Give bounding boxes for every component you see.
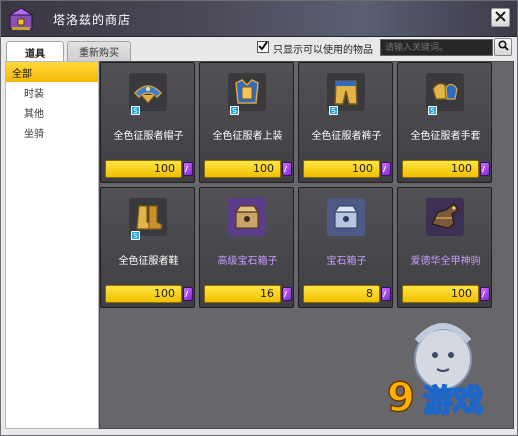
search-input[interactable] [380,39,493,56]
item-card[interactable]: 宝石箱子 8 [298,187,393,308]
tradable-badge: S [230,106,239,115]
currency-icon [183,287,193,301]
tradable-badge: S [131,106,140,115]
sidebar-item-mount[interactable]: 坐骑 [6,122,98,142]
item-name: 全色征服者鞋 [118,256,179,267]
tradable-badge: S [428,106,437,115]
mount-icon [426,203,464,239]
item-name: 高级宝石箱子 [217,256,278,267]
item-name: 爱德华全甲神驹 [410,256,481,267]
item-card[interactable]: 爱德华全甲神驹 100 [397,187,492,308]
item-price: 100 [303,160,380,178]
shop-window: 塔洛兹的商店 道具 重新购买 只显示可以使用的物品 全部 时装 其他 [0,0,518,436]
item-price: 100 [204,160,281,178]
item-name: 宝石箱子 [326,256,367,267]
item-price: 100 [402,160,479,178]
item-price: 100 [105,160,182,178]
item-card[interactable]: S 全色征服者上装 100 [199,62,294,183]
item-name: 全色征服者上装 [212,131,283,142]
item-card[interactable]: S 全色征服者裤子 100 [298,62,393,183]
item-icon-slot [327,198,365,236]
shop-chest-icon [7,5,35,33]
currency-icon [381,287,391,301]
tab-items[interactable]: 道具 [6,41,64,62]
currency-icon [381,162,391,176]
currency-icon [480,162,490,176]
gem-box-icon [228,205,266,239]
item-price: 16 [204,285,281,303]
close-icon [495,10,506,25]
gem-box-silver-icon [327,205,365,239]
item-price: 100 [105,285,182,303]
title-bar: 塔洛兹的商店 [1,1,517,37]
watermark-brand: 9 [387,375,415,421]
tradable-badge: S [329,106,338,115]
item-name: 全色征服者手套 [410,131,481,142]
item-card[interactable]: 高级宝石箱子 16 [199,187,294,308]
window-title: 塔洛兹的商店 [53,13,132,27]
item-card[interactable]: S 全色征服者帽子 100 [100,62,195,183]
usable-only-checkbox[interactable] [257,40,269,54]
item-name: 全色征服者裤子 [311,131,382,142]
item-card[interactable]: S 全色征服者手套 100 [397,62,492,183]
search-icon [497,40,509,54]
currency-icon [480,287,490,301]
currency-icon [282,162,292,176]
usable-only-label: 只显示可以使用的物品 [273,45,373,56]
site-watermark: 9 游戏 [377,311,509,431]
tab-rebuy[interactable]: 重新购买 [67,41,131,61]
item-price: 8 [303,285,380,303]
close-button[interactable] [491,8,510,27]
sidebar-item-other[interactable]: 其他 [6,102,98,122]
currency-icon [282,287,292,301]
item-price: 100 [402,285,479,303]
currency-icon [183,162,193,176]
checkmark-icon [258,40,268,54]
search-button[interactable] [494,38,512,56]
item-card[interactable]: S 全色征服者鞋 100 [100,187,195,308]
sidebar-item-all[interactable]: 全部 [6,62,98,82]
watermark-text: 游戏 [423,384,483,419]
item-icon-slot [228,198,266,236]
item-name: 全色征服者帽子 [113,131,184,142]
item-icon-slot [426,198,464,236]
tradable-badge: S [131,231,140,240]
category-sidebar: 全部 时装 其他 坐骑 [5,61,99,429]
sidebar-item-fashion[interactable]: 时装 [6,82,98,102]
